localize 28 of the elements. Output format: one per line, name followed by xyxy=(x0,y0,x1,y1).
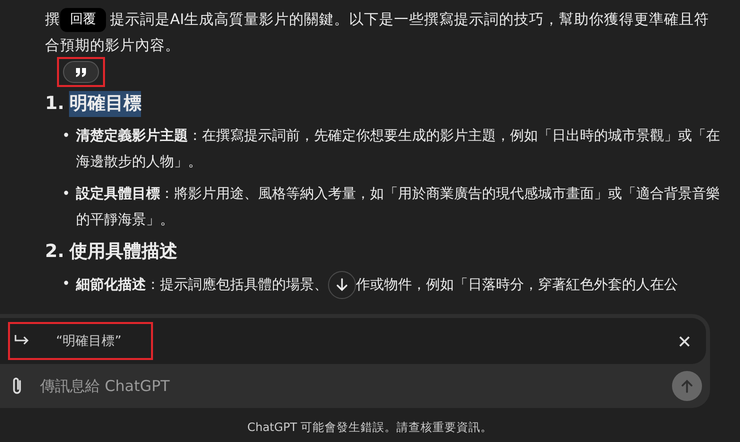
reply-arrow-icon xyxy=(14,335,30,347)
bullet-marker: • xyxy=(62,127,72,146)
bullet-marker: • xyxy=(62,275,72,294)
message-input[interactable]: 傳訊息給 ChatGPT xyxy=(38,376,672,396)
disclaimer-text: ChatGPT 可能會發生錯誤。請查核重要資訊。 xyxy=(246,420,494,435)
message-text: 撰 xyxy=(45,10,60,30)
section-title: 使用具體描述 xyxy=(69,240,178,264)
message-text: 提示詞是AI生成高質量影片的關鍵。以下是一些撰寫提示詞的技巧，幫助你獲得更準確且符 xyxy=(110,10,710,30)
bullet-text: 作或物件，例如「日落時分，穿著紅色外套的人在公 xyxy=(356,276,678,295)
bullet-text: 清楚定義影片主題：在撰寫提示詞前，先確定你想要生成的影片主題，例如「日出時的城市景觀」或「在海邊散步的人物」。 xyxy=(76,126,721,172)
arrow-down-icon xyxy=(335,278,349,292)
bullet-text: 細節化描述：提示詞應包括具體的場景、 xyxy=(76,276,328,295)
section-number: 1. xyxy=(45,92,64,116)
bullet-marker: • xyxy=(62,185,72,204)
section-title: 明確目標 xyxy=(69,91,142,117)
paperclip-icon xyxy=(10,376,24,396)
bullet-text: 設定具體目標：將影片用途、風格等納入考量，如「用於商業廣告的現代感城市畫面」或「適合背景音樂的平靜海景」。 xyxy=(76,184,721,230)
reply-tooltip: 回覆 xyxy=(60,8,106,32)
quote-button[interactable] xyxy=(63,61,99,83)
scroll-down-button[interactable] xyxy=(328,271,356,299)
reply-quote: “明確目標” xyxy=(56,333,122,350)
close-button[interactable] xyxy=(677,334,692,348)
section-number: 2. xyxy=(45,240,64,264)
quote-icon xyxy=(75,68,87,76)
close-icon xyxy=(679,336,690,346)
arrow-up-icon xyxy=(680,379,694,393)
attach-button[interactable] xyxy=(10,376,24,396)
message-text: 合預期的影片內容。 xyxy=(45,36,181,56)
